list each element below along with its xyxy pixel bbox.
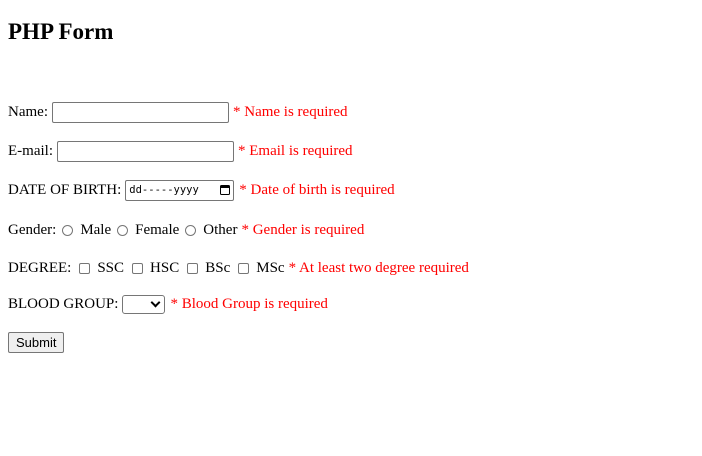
degree-checkbox-hsc[interactable] — [132, 262, 144, 274]
degree-row: DEGREE: SSC HSC BSc MSc * At least two d… — [8, 257, 469, 279]
email-label: E-mail: — [8, 142, 53, 159]
dob-label: DATE OF BIRTH: — [8, 181, 122, 198]
degree-checkbox-ssc[interactable] — [79, 262, 91, 274]
email-row: E-mail: * Email is required — [8, 140, 353, 162]
gender-error: * Gender is required — [241, 221, 365, 238]
degree-label: DEGREE: — [8, 259, 72, 276]
degree-checkbox-bsc[interactable] — [187, 262, 199, 274]
degree-option-ssc: SSC — [97, 259, 125, 276]
blood-group-error: * Blood Group is required — [170, 295, 328, 312]
page-title: PHP Form — [8, 19, 114, 44]
gender-row: Gender: Male Female Other * Gender is re… — [8, 219, 364, 241]
gender-radio-other[interactable] — [185, 224, 197, 236]
chevron-down-icon — [150, 297, 161, 307]
email-error: * Email is required — [238, 142, 353, 159]
degree-error: * At least two degree required — [288, 259, 469, 276]
name-label: Name: — [8, 103, 48, 120]
calendar-icon[interactable] — [220, 185, 231, 195]
gender-option-male: Male — [80, 221, 112, 238]
degree-option-bsc: BSc — [205, 259, 231, 276]
gender-option-female: Female — [135, 221, 180, 238]
gender-label: Gender: — [8, 221, 57, 238]
blood-group-select[interactable] — [122, 294, 166, 314]
gender-radio-male[interactable] — [62, 224, 74, 236]
name-row: Name: * Name is required — [8, 101, 348, 123]
dob-error: * Date of birth is required — [239, 181, 395, 198]
degree-option-msc: MSc — [256, 259, 285, 276]
name-input[interactable] — [51, 101, 229, 123]
email-input[interactable] — [57, 140, 234, 162]
submit-button[interactable]: Submit — [8, 332, 65, 353]
dob-placeholder: dd-----yyyy — [129, 184, 199, 196]
gender-radio-female[interactable] — [117, 224, 129, 236]
blood-group-label: BLOOD GROUP: — [8, 295, 119, 312]
blood-group-row: BLOOD GROUP: * Blood Group is required — [8, 293, 328, 315]
degree-checkbox-msc[interactable] — [238, 262, 250, 274]
degree-option-hsc: HSC — [150, 259, 180, 276]
gender-option-other: Other — [203, 221, 238, 238]
dob-row: DATE OF BIRTH: dd-----yyyy * Date of bir… — [8, 179, 395, 201]
dob-input[interactable]: dd-----yyyy — [125, 179, 235, 201]
name-error: * Name is required — [232, 103, 348, 120]
